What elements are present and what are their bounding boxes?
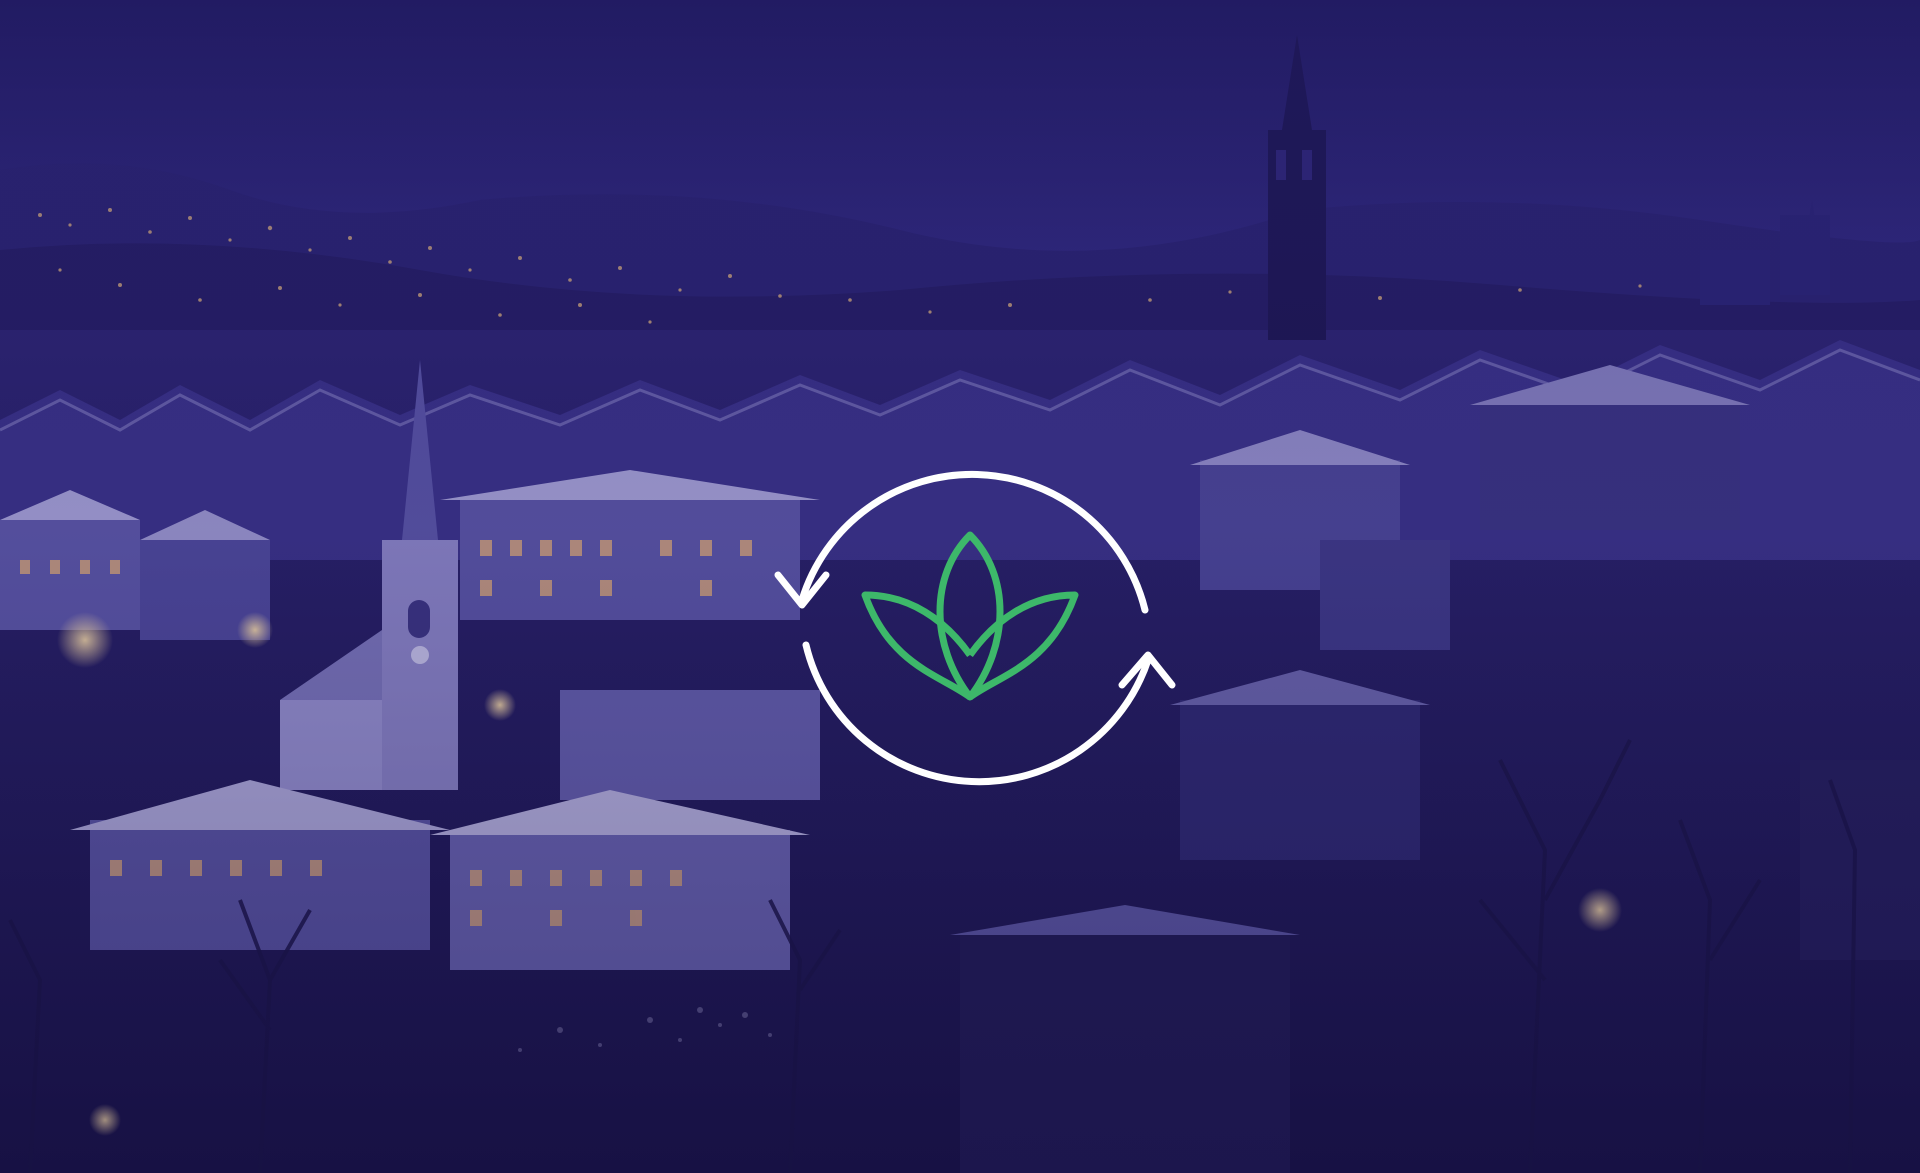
leaf-icon [861, 531, 1079, 701]
hero-background [0, 0, 1920, 1173]
ring-arc-bottom [802, 641, 1152, 786]
refresh-leaf-icon-graphic [774, 470, 1176, 786]
refresh-leaf-icon [770, 435, 1180, 815]
